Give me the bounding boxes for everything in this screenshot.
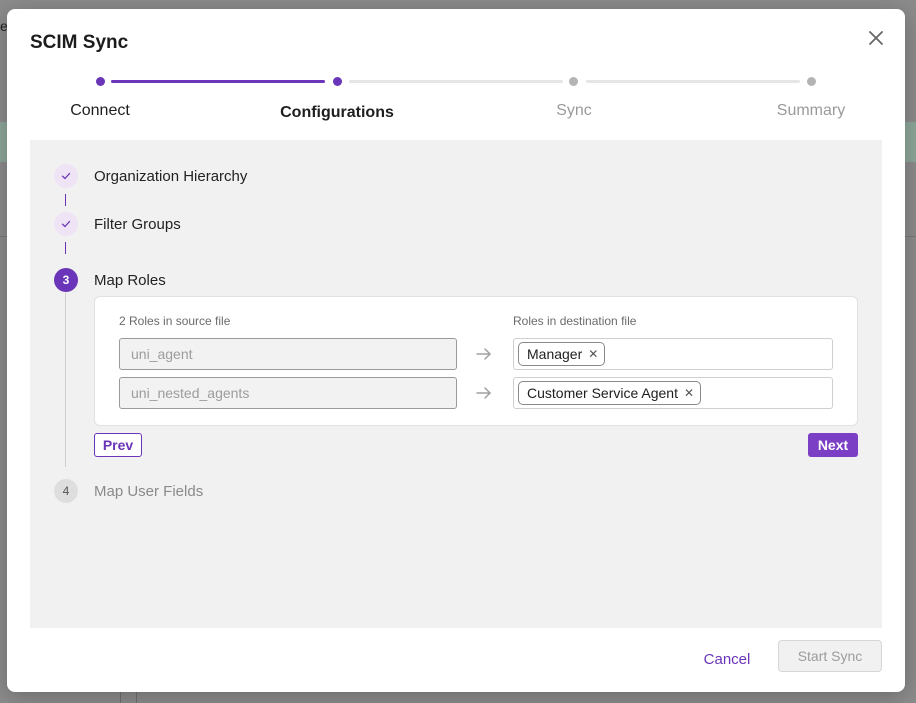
substep-organization-hierarchy[interactable]: Organization Hierarchy: [30, 164, 330, 190]
step-label-sync: Sync: [556, 102, 592, 119]
arrow-right-icon: [476, 387, 491, 399]
substep-filter-groups[interactable]: Filter Groups: [30, 212, 330, 238]
substep-label: Map Roles: [94, 272, 166, 289]
cancel-button[interactable]: Cancel: [697, 647, 757, 671]
substep-number: 4: [54, 479, 78, 503]
next-button[interactable]: Next: [808, 433, 858, 457]
check-icon: [61, 172, 71, 180]
substep-label: Map User Fields: [94, 483, 204, 500]
background-divider: [120, 692, 121, 703]
check-icon: [61, 220, 71, 228]
destination-column-header: Roles in destination file: [513, 314, 637, 328]
step-label-configurations: Configurations: [280, 104, 394, 121]
substep-connector: [65, 293, 66, 467]
substep-marker: [54, 164, 78, 188]
destination-role-select[interactable]: Manager ✕: [513, 338, 833, 370]
substep-number: 3: [54, 268, 78, 292]
role-tag: Customer Service Agent ✕: [518, 381, 702, 405]
substep-map-roles: 3 Map Roles: [30, 268, 330, 294]
background-divider: [136, 692, 137, 703]
configuration-panel: Organization Hierarchy Filter Groups 3 M…: [30, 140, 882, 628]
stepper-connector: [111, 80, 325, 83]
wizard-stepper: Connect Configurations Sync Summary: [7, 9, 905, 139]
step-dot-configurations: [333, 77, 342, 86]
remove-tag-icon[interactable]: ✕: [588, 347, 598, 361]
remove-tag-icon[interactable]: ✕: [684, 386, 694, 400]
role-tag: Manager ✕: [518, 342, 606, 366]
substep-connector: [65, 242, 66, 254]
role-tag-label: Customer Service Agent: [527, 385, 678, 401]
substep-marker: [54, 212, 78, 236]
role-tag-label: Manager: [527, 346, 583, 362]
substep-connector: [65, 194, 66, 206]
source-column-header: 2 Roles in source file: [119, 314, 231, 328]
arrow-right-icon: [476, 348, 491, 360]
step-dot-connect: [96, 77, 105, 86]
step-dot-summary: [807, 77, 816, 86]
start-sync-button[interactable]: Start Sync: [778, 640, 882, 672]
substep-label: Filter Groups: [94, 216, 181, 233]
step-label-connect: Connect: [70, 102, 130, 119]
destination-role-select[interactable]: Customer Service Agent ✕: [513, 377, 833, 409]
stepper-connector: [349, 80, 563, 83]
step-label-summary: Summary: [776, 102, 846, 119]
map-roles-card: 2 Roles in source file Roles in destinat…: [94, 296, 858, 426]
stepper-connector: [586, 80, 800, 83]
step-dot-sync: [569, 77, 578, 86]
scim-sync-modal: SCIM Sync Connect Configurations Sync Su…: [7, 9, 905, 692]
source-role-field: uni_agent: [119, 338, 457, 370]
substep-label: Organization Hierarchy: [94, 168, 248, 185]
prev-button[interactable]: Prev: [94, 433, 142, 457]
substep-map-user-fields: 4 Map User Fields: [30, 479, 330, 505]
source-role-field: uni_nested_agents: [119, 377, 457, 409]
